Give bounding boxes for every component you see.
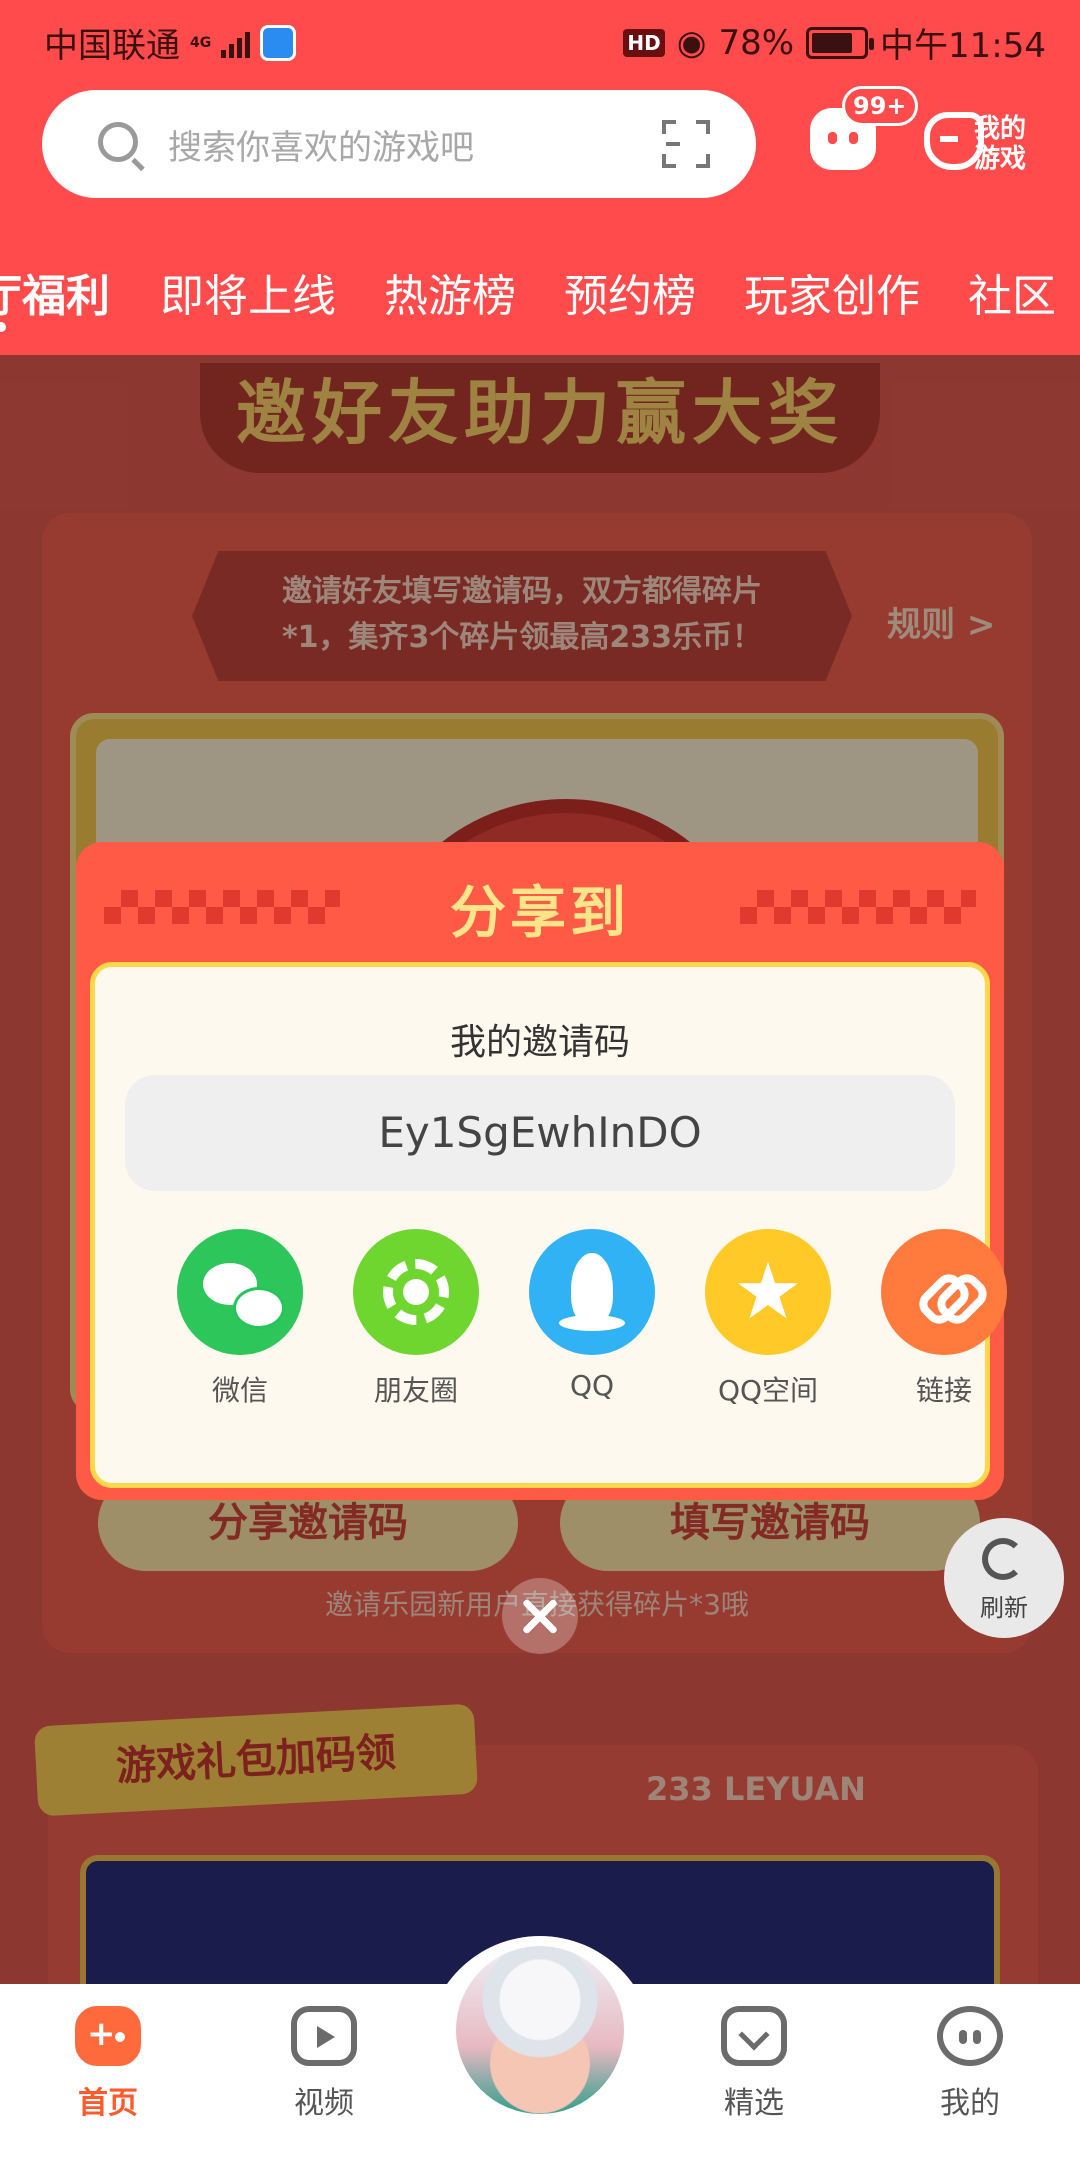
modal-body: 我的邀请码 Ey1SgEwhInDO 微信 朋友圈 QQ QQ空间 链接 [90,962,1007,1488]
tab-upcoming[interactable]: 即将上线 [160,260,336,324]
search-placeholder: 搜索你喜欢的游戏吧 [168,128,474,168]
nav-home-label: 首页 [78,2086,138,2121]
tab-player-creation[interactable]: 玩家创作 [744,260,920,324]
share-label-moments: 朋友圈 [373,1374,458,1407]
tab-welfare[interactable]: 厅福利 [0,260,110,324]
refresh-label: 刷新 [980,1594,1028,1622]
profile-icon [937,2006,1003,2066]
share-link[interactable]: 链接 [869,1229,1019,1409]
search-bar[interactable]: 搜索你喜欢的游戏吧 [42,90,756,198]
tab-community[interactable]: 社区 [968,260,1056,324]
signal-icon [221,28,251,58]
nav-featured[interactable]: 精选 [694,2006,814,2122]
nav-video[interactable]: 视频 [264,2006,384,2122]
my-games-line2: 游戏 [974,144,1027,174]
share-label-link: 链接 [915,1374,972,1407]
status-bar: 中国联通 4G HD ◉ 78% 中午11:54 [0,0,1080,78]
qq-icon [529,1229,655,1355]
invite-code-label: 我的邀请码 [449,1022,630,1063]
center-avatar[interactable] [456,1946,624,2114]
nav-home[interactable]: 首页 [48,2006,168,2122]
battery-icon [806,26,875,59]
hd-badge: HD [623,28,665,57]
refresh-button[interactable]: 刷新 [944,1518,1064,1638]
category-tabs: 厅福利 即将上线 热游榜 预约榜 玩家创作 社区 [0,250,1080,332]
nav-featured-label: 精选 [724,2086,784,2121]
app-header: 中国联通 4G HD ◉ 78% 中午11:54 搜索你喜欢的游戏吧 99+ 我… [0,0,1080,355]
carrier-name: 中国联通 [44,26,180,66]
close-modal-button[interactable] [502,1578,578,1654]
share-label-qzone: QQ空间 [717,1374,819,1407]
tab-reservation[interactable]: 预约榜 [564,260,696,324]
share-moments[interactable]: 朋友圈 [341,1229,491,1409]
tab-hot[interactable]: 热游榜 [384,260,516,324]
video-icon [291,2006,357,2066]
share-modal: 分享到 我的邀请码 Ey1SgEwhInDO 微信 朋友圈 QQ QQ空间 链接 [76,842,1007,1500]
share-qq[interactable]: QQ [517,1229,667,1402]
clock: 中午11:54 [880,26,1046,66]
my-games-button[interactable]: 我的 游戏 [974,114,1026,174]
share-wechat[interactable]: 微信 [165,1229,315,1409]
search-icon [98,122,138,162]
scan-icon[interactable] [662,120,710,168]
qzone-icon [705,1229,831,1355]
modal-title: 分享到 [450,881,630,946]
nav-video-label: 视频 [294,2086,354,2121]
refresh-icon [982,1538,1024,1580]
eye-icon: ◉ [676,22,707,63]
message-badge: 99+ [842,86,918,126]
active-tab-indicator [0,322,6,332]
heart-icon [721,2006,787,2066]
my-games-line1: 我的 [974,114,1027,144]
network-type: 4G [190,34,212,51]
gamepad-icon [75,2006,141,2066]
share-label-qq: QQ [569,1369,615,1402]
moments-icon [353,1229,479,1355]
nav-mine-label: 我的 [940,2086,1000,2121]
wechat-icon [177,1229,303,1355]
share-qzone[interactable]: QQ空间 [693,1229,843,1409]
app-notification-icon [260,24,297,61]
battery-percent: 78% [718,22,795,63]
share-label-wechat: 微信 [211,1374,268,1407]
nav-mine[interactable]: 我的 [910,2006,1030,2122]
invite-code-field[interactable]: Ey1SgEwhInDO [125,1075,955,1191]
link-icon [881,1229,1007,1355]
